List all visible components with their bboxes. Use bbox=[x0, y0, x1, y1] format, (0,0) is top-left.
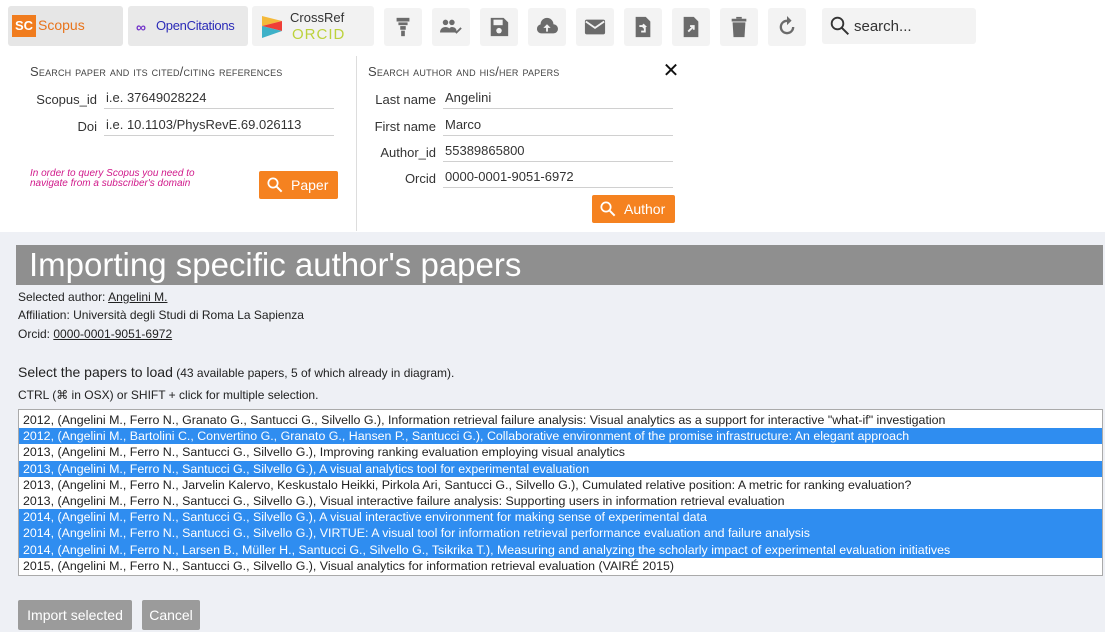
tab-scopus-label: Scopus bbox=[38, 17, 85, 33]
papers-listbox[interactable]: 2012, (Angelini M., Ferro N., Granato G.… bbox=[18, 409, 1103, 576]
scopus-id-label: Scopus_id bbox=[36, 92, 97, 107]
refresh-icon bbox=[779, 16, 795, 35]
paper-list-item[interactable]: 2012, (Angelini M., Bartolini C., Conver… bbox=[19, 428, 1102, 445]
paper-list-item[interactable]: 2015, (Angelini M., Ferro N., Santucci G… bbox=[19, 558, 1102, 574]
first-name-field[interactable] bbox=[443, 114, 673, 136]
author-search-button-label: Author bbox=[624, 201, 666, 217]
select-papers-count: (43 available papers, 5 of which already… bbox=[172, 366, 455, 380]
select-papers-title: Select the papers to load (43 available … bbox=[18, 364, 454, 380]
orcid-line: Orcid: 0000-0001-9051-6972 bbox=[18, 327, 172, 341]
tab-crossref-orcid[interactable]: CrossRef ORCID bbox=[252, 6, 374, 46]
import-selected-button[interactable]: Import selected bbox=[18, 600, 132, 630]
first-name-label: First name bbox=[374, 119, 436, 134]
orcid-link[interactable]: 0000-0001-9051-6972 bbox=[53, 327, 172, 341]
select-authors-button[interactable] bbox=[432, 8, 470, 46]
author-id-label: Author_id bbox=[380, 145, 436, 160]
cancel-button[interactable]: Cancel bbox=[142, 600, 200, 630]
paper-list-item[interactable]: 2013, (Angelini M., Ferro N., Jarvelin K… bbox=[19, 477, 1102, 493]
paper-list-item[interactable]: 2014, (Angelini M., Ferro N., Larsen B.,… bbox=[19, 541, 1102, 558]
author-search-button[interactable]: Author bbox=[592, 195, 676, 223]
filter-button[interactable] bbox=[384, 8, 422, 46]
select-papers-heading: Select the papers to load bbox=[18, 364, 173, 380]
search-box bbox=[822, 8, 976, 44]
crossref-logo-icon bbox=[262, 16, 282, 38]
author-id-field[interactable] bbox=[443, 140, 673, 162]
panel-divider bbox=[356, 56, 357, 231]
opencitations-logo-icon: ∞ bbox=[136, 19, 146, 35]
paper-list-item[interactable]: 2012, (Angelini M., Ferro N., Granato G.… bbox=[19, 412, 1102, 428]
paper-list-item[interactable]: 2014, (Angelini M., Ferro N., Santucci G… bbox=[19, 509, 1102, 526]
paper-list-item[interactable]: 2013, (Angelini M., Ferro N., Santucci G… bbox=[19, 444, 1102, 460]
last-name-field[interactable] bbox=[443, 87, 673, 109]
paper-list-item[interactable]: 2013, (Angelini M., Ferro N., Santucci G… bbox=[19, 460, 1102, 477]
import-file-button[interactable] bbox=[624, 8, 662, 46]
tab-crossref-label: CrossRef bbox=[290, 10, 345, 25]
tab-opencitations-label: OpenCitations bbox=[156, 18, 235, 33]
scopus-id-field[interactable] bbox=[104, 87, 334, 109]
trash-icon bbox=[731, 16, 747, 38]
multi-select-hint: CTRL (⌘ in OSX) or SHIFT + click for mul… bbox=[18, 388, 319, 402]
save-icon bbox=[490, 17, 509, 37]
import-title: Importing specific author's papers bbox=[16, 245, 1103, 285]
filter-icon bbox=[396, 17, 410, 37]
mail-button[interactable] bbox=[576, 8, 614, 46]
cloud-upload-icon bbox=[536, 17, 558, 34]
selected-author-link[interactable]: Angelini M. bbox=[108, 290, 167, 304]
selected-author-label: Selected author: bbox=[18, 290, 109, 304]
close-icon[interactable]: ✕ bbox=[662, 61, 680, 81]
tab-opencitations[interactable]: ∞ OpenCitations bbox=[128, 6, 248, 46]
orcid-field[interactable] bbox=[443, 166, 673, 188]
search-icon bbox=[830, 16, 850, 36]
search-icon bbox=[600, 201, 616, 217]
paper-list-item[interactable]: 2014, (Angelini M., Ferro N., Santucci G… bbox=[19, 525, 1102, 542]
tab-scopus[interactable]: SC Scopus bbox=[8, 6, 123, 46]
delete-button[interactable] bbox=[720, 8, 758, 46]
selected-author-line: Selected author: Angelini M. bbox=[18, 290, 167, 304]
scopus-subscriber-note: In order to query Scopus you need to nav… bbox=[30, 169, 195, 189]
upload-button[interactable] bbox=[528, 8, 566, 46]
mail-icon bbox=[584, 19, 606, 35]
paper-search-button-label: Paper bbox=[291, 177, 329, 193]
scopus-logo-icon: SC bbox=[12, 15, 36, 37]
toolbar: SC Scopus ∞ OpenCitations CrossRef ORCID bbox=[0, 0, 1105, 52]
user-group-icon bbox=[440, 19, 462, 34]
paper-list-item[interactable]: 2013, (Angelini M., Ferro N., Santucci G… bbox=[19, 493, 1102, 509]
file-import-icon bbox=[635, 16, 651, 38]
doi-label: Doi bbox=[77, 119, 97, 134]
search-input[interactable] bbox=[854, 14, 970, 38]
search-icon bbox=[267, 177, 283, 193]
affiliation-line: Affiliation: Università degli Studi di R… bbox=[18, 308, 304, 322]
save-button[interactable] bbox=[480, 8, 518, 46]
tab-orcid-label: ORCID bbox=[292, 26, 346, 43]
file-export-icon bbox=[683, 16, 699, 38]
author-search-title: Search author and his/her papers bbox=[368, 64, 560, 79]
refresh-button[interactable] bbox=[768, 8, 806, 46]
orcid-label: Orcid bbox=[404, 171, 436, 186]
paper-search-button[interactable]: Paper bbox=[259, 171, 339, 199]
orcid-line-label: Orcid: bbox=[18, 327, 54, 341]
note-line-2: navigate from a subscriber's domain bbox=[30, 178, 191, 189]
last-name-label: Last name bbox=[375, 92, 436, 107]
export-file-button[interactable] bbox=[672, 8, 710, 46]
paper-search-title: Search paper and its cited/citing refere… bbox=[30, 64, 283, 79]
doi-field[interactable] bbox=[104, 114, 334, 136]
